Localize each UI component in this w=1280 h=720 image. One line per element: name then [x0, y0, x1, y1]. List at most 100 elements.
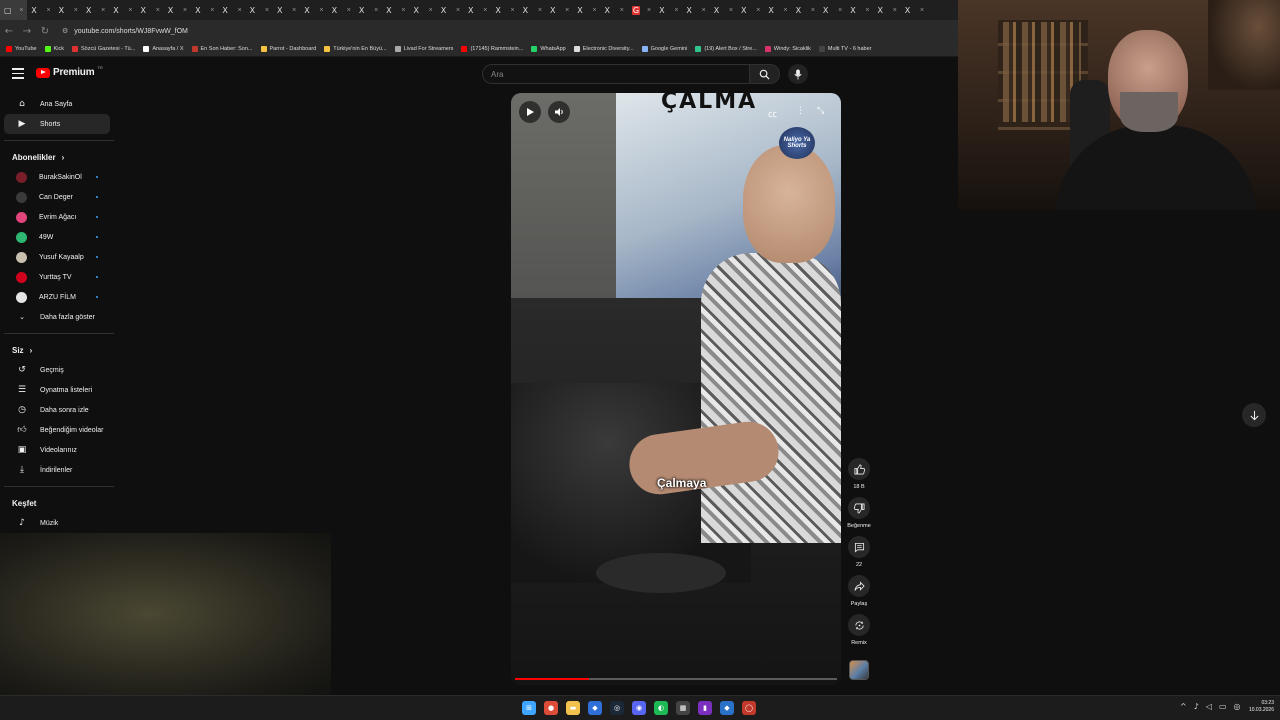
- tray-chevron-icon[interactable]: ^: [1180, 702, 1187, 711]
- tab-close-icon[interactable]: ×: [865, 7, 869, 14]
- steam-icon[interactable]: ◎: [610, 701, 624, 715]
- browser-tab[interactable]: X ×: [519, 0, 546, 20]
- back-icon[interactable]: ←: [0, 26, 18, 37]
- browser-tab[interactable]: X ×: [546, 0, 573, 20]
- browser-tab[interactable]: X ×: [246, 0, 273, 20]
- tab-close-icon[interactable]: ×: [620, 7, 624, 14]
- tab-close-icon[interactable]: ×: [101, 7, 105, 14]
- tray-mic-icon[interactable]: ♪: [1194, 702, 1199, 711]
- app-red-icon[interactable]: ◯: [742, 701, 756, 715]
- tab-close-icon[interactable]: ×: [893, 7, 897, 14]
- system-clock[interactable]: 03:23 10.03.2026: [1238, 700, 1274, 714]
- bookmark-item[interactable]: WhatsApp: [531, 46, 566, 52]
- browser-tab[interactable]: X ×: [328, 0, 355, 20]
- fullscreen-icon[interactable]: ⤡: [817, 106, 824, 116]
- browser-tab[interactable]: X ×: [737, 0, 764, 20]
- app-bluish-icon[interactable]: ◆: [720, 701, 734, 715]
- browser-tab[interactable]: X ×: [109, 0, 136, 20]
- bookmark-item[interactable]: Google Gemini: [641, 46, 687, 52]
- tab-close-icon[interactable]: ×: [238, 7, 242, 14]
- tab-close-icon[interactable]: ×: [756, 7, 760, 14]
- bookmark-item[interactable]: Electronic Diversity...: [573, 46, 634, 52]
- sidebar-item[interactable]: ⌂ Ana Sayfa: [4, 94, 110, 114]
- tab-close-icon[interactable]: ×: [19, 7, 23, 14]
- tab-close-icon[interactable]: ×: [702, 7, 706, 14]
- sidebar-item[interactable]: Yurttaş TV: [4, 267, 110, 287]
- browser-tab[interactable]: X ×: [437, 0, 464, 20]
- bookmark-item[interactable]: Sözcü Gazetesi - Tü...: [72, 46, 135, 52]
- sidebar-item[interactable]: 49W: [4, 227, 110, 247]
- sidebar-item[interactable]: ↺ Geçmiş: [4, 360, 110, 380]
- tab-close-icon[interactable]: ×: [592, 7, 596, 14]
- comments-button[interactable]: 22: [846, 536, 872, 568]
- sidebar-item[interactable]: 👍︎ Beğendiğim videolar: [4, 420, 110, 440]
- sidebar-item[interactable]: ARZU FİLM: [4, 287, 110, 307]
- tab-close-icon[interactable]: ×: [838, 7, 842, 14]
- tab-close-icon[interactable]: ×: [565, 7, 569, 14]
- remix-button[interactable]: Remix: [846, 614, 872, 646]
- sidebar-item[interactable]: Can Deger: [4, 187, 110, 207]
- browser-tab[interactable]: X ×: [164, 0, 191, 20]
- tab-close-icon[interactable]: ×: [784, 7, 788, 14]
- subscriptions-heading[interactable]: Abonelikler ›: [0, 147, 116, 167]
- browser-tab[interactable]: X ×: [218, 0, 245, 20]
- tab-close-icon[interactable]: ×: [292, 7, 296, 14]
- menu-icon[interactable]: [12, 68, 24, 79]
- browser-tab[interactable]: X ×: [901, 0, 928, 20]
- tab-close-icon[interactable]: ×: [511, 7, 515, 14]
- sidebar-item[interactable]: ◷ Daha sonra izle: [4, 400, 110, 420]
- voice-search-button[interactable]: [788, 64, 808, 84]
- browser-tab[interactable]: X ×: [382, 0, 409, 20]
- calculator-icon[interactable]: ▦: [676, 701, 690, 715]
- app-blue-icon[interactable]: ◆: [588, 701, 602, 715]
- site-info-icon[interactable]: ⚙: [62, 27, 68, 35]
- tab-close-icon[interactable]: ×: [319, 7, 323, 14]
- sound-thumbnail[interactable]: [849, 660, 869, 680]
- bookmark-item[interactable]: Multi TV - 6 haber: [818, 46, 872, 52]
- browser-tab[interactable]: X ×: [764, 0, 791, 20]
- browser-tab[interactable]: X ×: [874, 0, 901, 20]
- browser-tab[interactable]: ▢ ×: [0, 0, 28, 20]
- like-button[interactable]: 18 B: [846, 458, 872, 490]
- tab-close-icon[interactable]: ×: [47, 7, 51, 14]
- windows-start-icon[interactable]: ⊞: [522, 701, 536, 715]
- tab-close-icon[interactable]: ×: [74, 7, 78, 14]
- browser-tab[interactable]: X ×: [682, 0, 709, 20]
- sidebar-item[interactable]: ♪ Müzik: [4, 513, 110, 533]
- youtube-premium-logo[interactable]: Premium TR: [36, 65, 103, 78]
- more-options-icon[interactable]: ⋮: [796, 106, 805, 116]
- bookmark-item[interactable]: Türkiye'nin En Büyü...: [324, 46, 387, 52]
- tab-close-icon[interactable]: ×: [429, 7, 433, 14]
- you-heading[interactable]: Siz ›: [0, 340, 116, 360]
- tray-volume-icon[interactable]: ◁: [1206, 702, 1212, 711]
- sidebar-item[interactable]: ⤓ İndirilenler: [4, 460, 110, 480]
- sidebar-item[interactable]: Evrim Ağacı: [4, 207, 110, 227]
- browser-tab[interactable]: X ×: [573, 0, 600, 20]
- browser-tab[interactable]: X ×: [300, 0, 327, 20]
- bookmark-item[interactable]: En Son Haber: Son...: [191, 46, 253, 52]
- tray-display-icon[interactable]: ▭: [1219, 702, 1227, 711]
- browser-tab[interactable]: X ×: [355, 0, 382, 20]
- tab-close-icon[interactable]: ×: [674, 7, 678, 14]
- shorts-player[interactable]: ÇALMA ㏄ ⋮ ⤡ Naliyo Ya Shorts Çalmaya: [511, 93, 841, 685]
- bookmark-item[interactable]: YouTube: [6, 46, 37, 52]
- bookmark-item[interactable]: Livad For Streamers: [394, 46, 453, 52]
- browser-tab[interactable]: X ×: [792, 0, 819, 20]
- tab-close-icon[interactable]: ×: [128, 7, 132, 14]
- reload-icon[interactable]: ↻: [36, 26, 54, 37]
- tab-close-icon[interactable]: ×: [347, 7, 351, 14]
- volume-button[interactable]: [548, 101, 570, 123]
- browser-tab[interactable]: X ×: [464, 0, 491, 20]
- sidebar-item[interactable]: ▶ Shorts: [4, 114, 110, 134]
- browser-tab[interactable]: X ×: [191, 0, 218, 20]
- discord-icon[interactable]: ◉: [632, 701, 646, 715]
- search-button[interactable]: [750, 64, 780, 84]
- search-input[interactable]: Ara: [482, 64, 750, 84]
- browser-tab[interactable]: X ×: [655, 0, 682, 20]
- tab-close-icon[interactable]: ×: [483, 7, 487, 14]
- tab-close-icon[interactable]: ×: [156, 7, 160, 14]
- bookmark-item[interactable]: Windy: Sicaklik: [764, 46, 811, 52]
- bookmark-item[interactable]: Parrot - Dashboard: [260, 46, 316, 52]
- tab-close-icon[interactable]: ×: [265, 7, 269, 14]
- file-explorer-icon[interactable]: ▬: [566, 701, 580, 715]
